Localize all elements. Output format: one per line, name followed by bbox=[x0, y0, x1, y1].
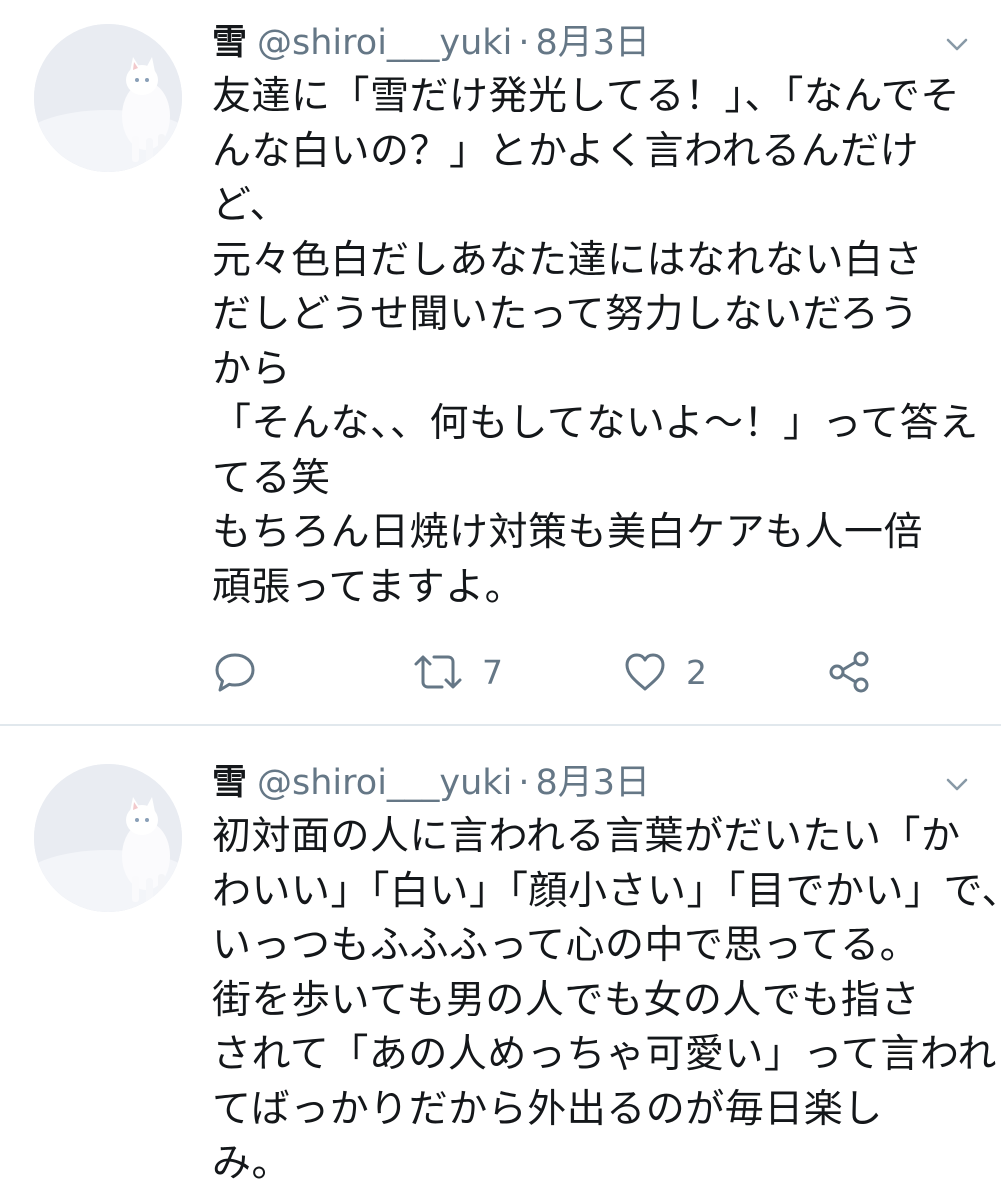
tweet[interactable]: 雪 @shiroi___yuki · 8月3日 初対面の人に言われる言葉がだいたい「か… bbox=[0, 726, 1001, 1200]
share-icon bbox=[829, 651, 869, 693]
tweet[interactable]: 雪 @shiroi___yuki · 8月3日 友達に「雪だけ発光してる！」、「なんで… bbox=[0, 0, 1001, 724]
reply-button[interactable] bbox=[212, 644, 258, 700]
heart-icon bbox=[625, 653, 665, 691]
separator-dot: · bbox=[518, 23, 530, 63]
white-cat-avatar-icon bbox=[34, 764, 182, 912]
avatar[interactable] bbox=[34, 764, 182, 912]
retweet-count: 7 bbox=[482, 652, 503, 692]
tweet-text-line: わいい」「白い」「顔小さい」「目でかい」で、 bbox=[212, 868, 1001, 914]
tweet-text-line: いっつもふふふって心の中で思ってる。 bbox=[212, 923, 920, 968]
tweet-text-line: み。 bbox=[212, 1141, 292, 1186]
avatar[interactable] bbox=[34, 24, 182, 172]
chevron-down-icon[interactable] bbox=[943, 770, 971, 798]
tweet-text-line: んな白いの？」とかよく言われるんだけ bbox=[212, 128, 920, 174]
reply-icon bbox=[215, 653, 255, 692]
share-button[interactable] bbox=[826, 644, 872, 700]
display-name[interactable]: 雪 bbox=[212, 23, 247, 63]
tweet-text-line: てばっかりだから外出るのが毎日楽し bbox=[212, 1086, 883, 1132]
tweet-header: 雪 @shiroi___yuki · 8月3日 bbox=[212, 760, 650, 806]
retweet-icon bbox=[414, 655, 462, 689]
user-handle[interactable]: @shiroi___yuki bbox=[257, 23, 512, 63]
tweet-text-line: から bbox=[212, 346, 292, 392]
tweet-text-line: ど、 bbox=[212, 183, 290, 228]
tweet-text-line: されて「あの人めっちゃ可愛い」って言われ bbox=[212, 1032, 997, 1077]
tweet-text-line: てる笑 bbox=[212, 455, 331, 501]
tweet-text-line: 友達に「雪だけ発光してる！」、「なんでそ bbox=[212, 74, 960, 119]
tweet-text-line: 街を歩いても男の人でも女の人でも指さ bbox=[212, 977, 920, 1023]
chevron-down-icon[interactable] bbox=[943, 30, 971, 58]
tweet-text: 友達に「雪だけ発光してる！」、「なんでそ んな白いの？」とかよく言われるんだけ … bbox=[212, 70, 982, 615]
tweet-date[interactable]: 8月3日 bbox=[535, 23, 650, 63]
tweet-header: 雪 @shiroi___yuki · 8月3日 bbox=[212, 20, 650, 66]
tweet-date[interactable]: 8月3日 bbox=[535, 763, 650, 803]
tweet-actions: 7 2 bbox=[212, 644, 912, 700]
tweet-text-line: 「そんな、、何もしてないよ〜！」って答え bbox=[212, 401, 979, 446]
user-handle[interactable]: @shiroi___yuki bbox=[257, 763, 512, 803]
like-button[interactable]: 2 bbox=[622, 644, 707, 700]
tweet-text-line: 初対面の人に言われる言葉がだいたい「か bbox=[212, 814, 961, 859]
white-cat-avatar-icon bbox=[34, 24, 182, 172]
retweet-button[interactable]: 7 bbox=[412, 644, 503, 700]
tweet-text-line: だしどうせ聞いたって努力しないだろう bbox=[212, 292, 919, 337]
tweet-text-line: 頑張ってますよ。 bbox=[212, 564, 525, 610]
tweet-text-line: もちろん日焼け対策も美白ケアも人一倍 bbox=[212, 510, 924, 555]
display-name[interactable]: 雪 bbox=[212, 763, 247, 803]
like-count: 2 bbox=[686, 652, 707, 692]
tweet-text-line: 元々色白だしあなた達にはなれない白さ bbox=[212, 237, 924, 283]
tweet-text: 初対面の人に言われる言葉がだいたい「か わいい」「白い」「顔小さい」「目でかい」… bbox=[212, 810, 1001, 1192]
separator-dot: · bbox=[518, 763, 530, 803]
